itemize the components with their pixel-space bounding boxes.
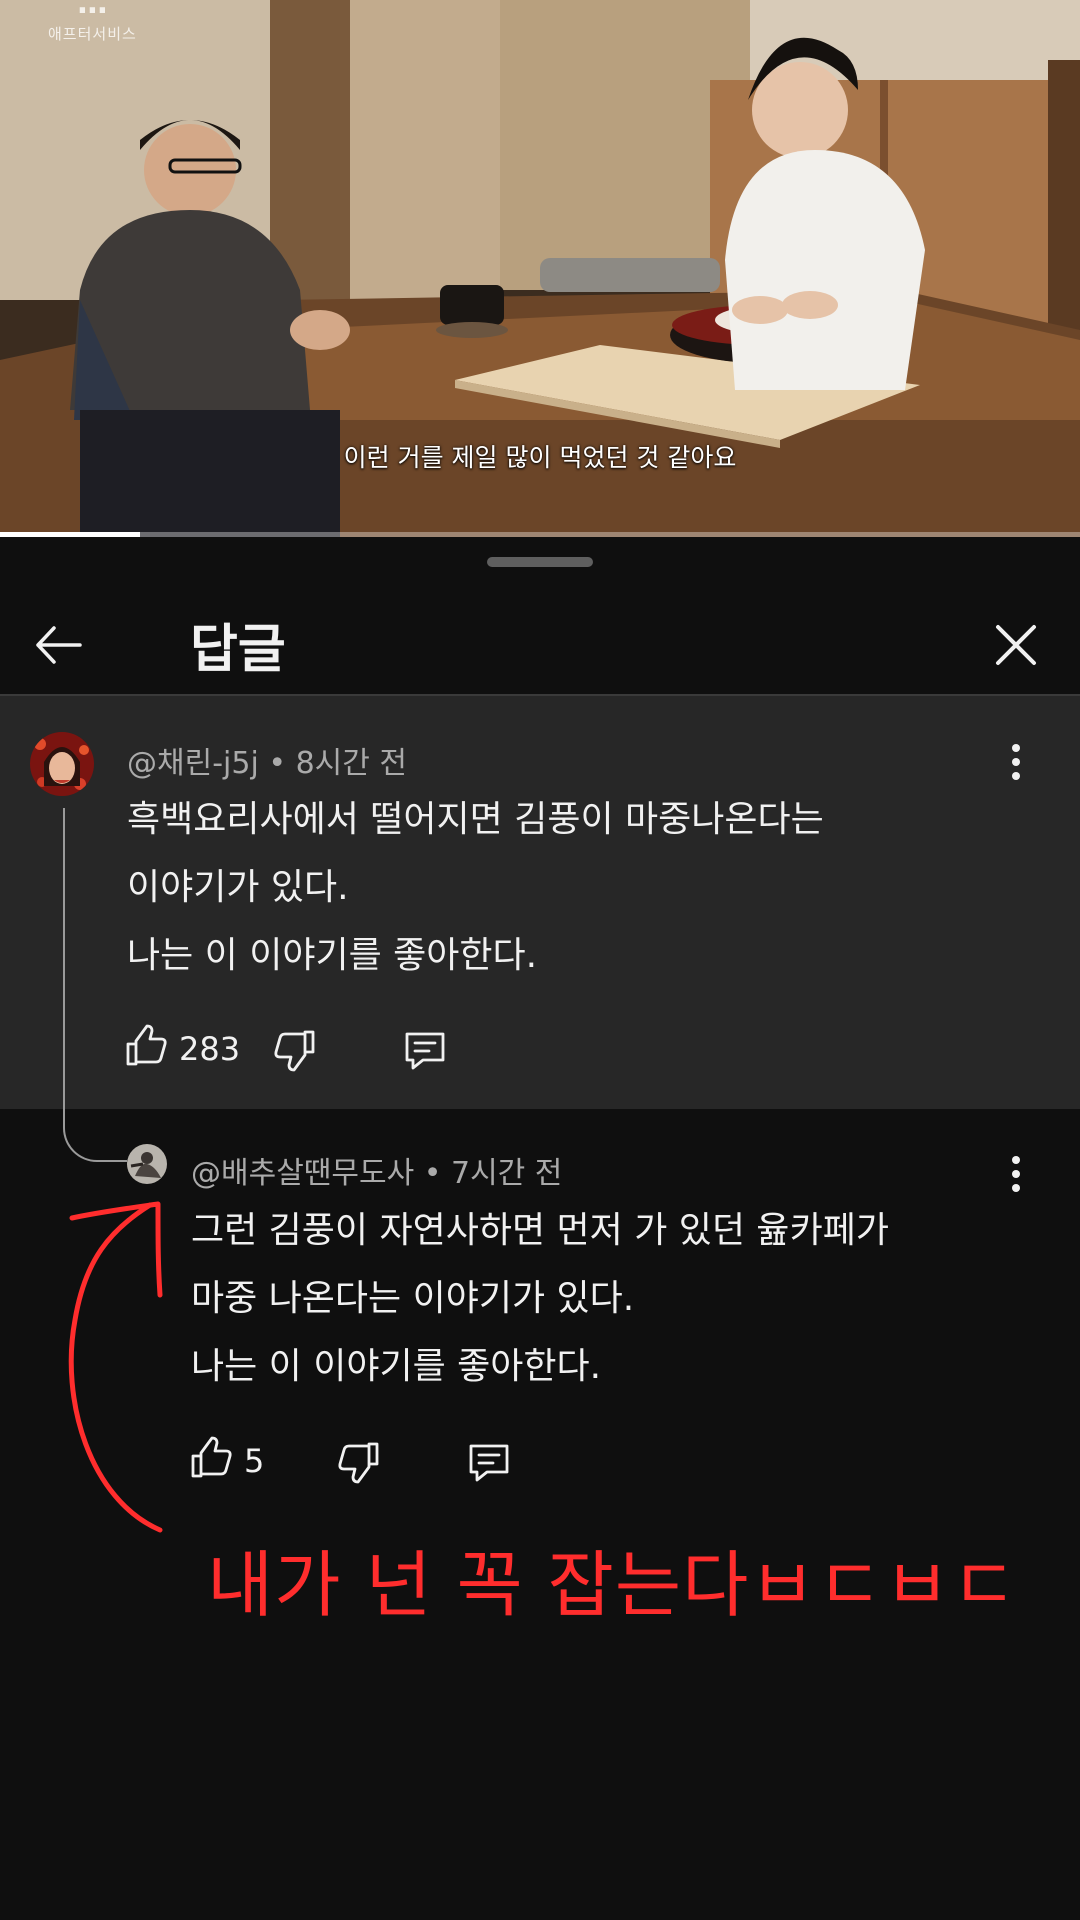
reply-line: 나는 이 이야기를 좋아한다. xyxy=(191,1346,602,1387)
more-vertical-icon xyxy=(1012,1156,1020,1192)
comment-line: 흑백요리사에서 떨어지면 김풍이 마중나온다는 xyxy=(127,799,824,840)
thumbs-down-icon xyxy=(274,1030,315,1072)
back-button[interactable] xyxy=(30,617,86,673)
meta-separator: • xyxy=(268,746,296,781)
reply-timestamp: 7시간 전 xyxy=(450,1156,563,1191)
like-count: 5 xyxy=(244,1442,265,1480)
comment-meta: @채린-j5j • 8시간 전 xyxy=(127,738,407,782)
video-player[interactable]: … 애프터서비스 이런 거를 제일 많이 먹었던 것 같아요 xyxy=(0,0,1080,537)
comment-text: 흑백요리사에서 떨어지면 김풍이 마중나온다는 이야기가 있다. 나는 이 이야… xyxy=(127,786,824,990)
channel-logo-subtitle: 애프터서비스 xyxy=(48,25,137,43)
close-icon xyxy=(996,625,1036,665)
comment-line: 이야기가 있다. xyxy=(127,867,349,908)
like-button[interactable] xyxy=(124,1024,168,1072)
thumbs-up-icon xyxy=(126,1024,167,1066)
reply-button[interactable] xyxy=(467,1440,511,1488)
reply-line: 그런 김풍이 자연사하면 먼저 가 있던 윮카페가 xyxy=(191,1210,889,1251)
drag-handle[interactable] xyxy=(487,557,593,567)
arrow-left-icon xyxy=(36,626,82,664)
reply-more-button[interactable] xyxy=(996,1152,1036,1196)
reply-line: 마중 나온다는 이야기가 있다. xyxy=(191,1278,635,1319)
like-button[interactable] xyxy=(189,1436,233,1484)
reply-meta: @배추살땐무도사 • 7시간 전 xyxy=(191,1148,562,1192)
reply-text: 그런 김풍이 자연사하면 먼저 가 있던 윮카페가 마중 나온다는 이야기가 있… xyxy=(191,1197,889,1401)
panel-header: 답글 xyxy=(0,597,1080,691)
close-button[interactable] xyxy=(990,619,1042,671)
like-count: 283 xyxy=(179,1030,241,1068)
annotation-text: 내가 넌 꼭 잡는다ㅂㄷㅂㄷ xyxy=(207,1543,1019,1627)
avatar[interactable] xyxy=(127,1144,167,1184)
meta-separator: • xyxy=(423,1156,451,1191)
dislike-button[interactable] xyxy=(337,1440,381,1488)
comment-timestamp: 8시간 전 xyxy=(295,746,408,781)
more-vertical-icon xyxy=(1012,744,1020,780)
comment-more-button[interactable] xyxy=(996,740,1036,784)
comment-icon xyxy=(469,1444,509,1482)
channel-logo: … 애프터서비스 xyxy=(48,0,137,44)
avatar-image xyxy=(30,732,94,796)
channel-logo-title: … xyxy=(77,0,108,21)
thumbs-down-icon xyxy=(338,1442,379,1484)
comment-line: 나는 이 이야기를 좋아한다. xyxy=(127,935,538,976)
avatar-image xyxy=(127,1144,167,1184)
dislike-button[interactable] xyxy=(273,1028,317,1076)
thread-connector-line xyxy=(63,808,127,1162)
thumbs-up-icon xyxy=(191,1436,232,1478)
avatar[interactable] xyxy=(30,732,94,796)
page-title: 답글 xyxy=(190,620,286,680)
video-subtitle: 이런 거를 제일 많이 먹었던 것 같아요 xyxy=(343,443,737,472)
reply-author[interactable]: @배추살땐무도사 xyxy=(191,1156,414,1191)
reply-button[interactable] xyxy=(403,1028,447,1076)
comment-author[interactable]: @채린-j5j xyxy=(127,746,259,781)
comment-icon xyxy=(405,1032,445,1070)
